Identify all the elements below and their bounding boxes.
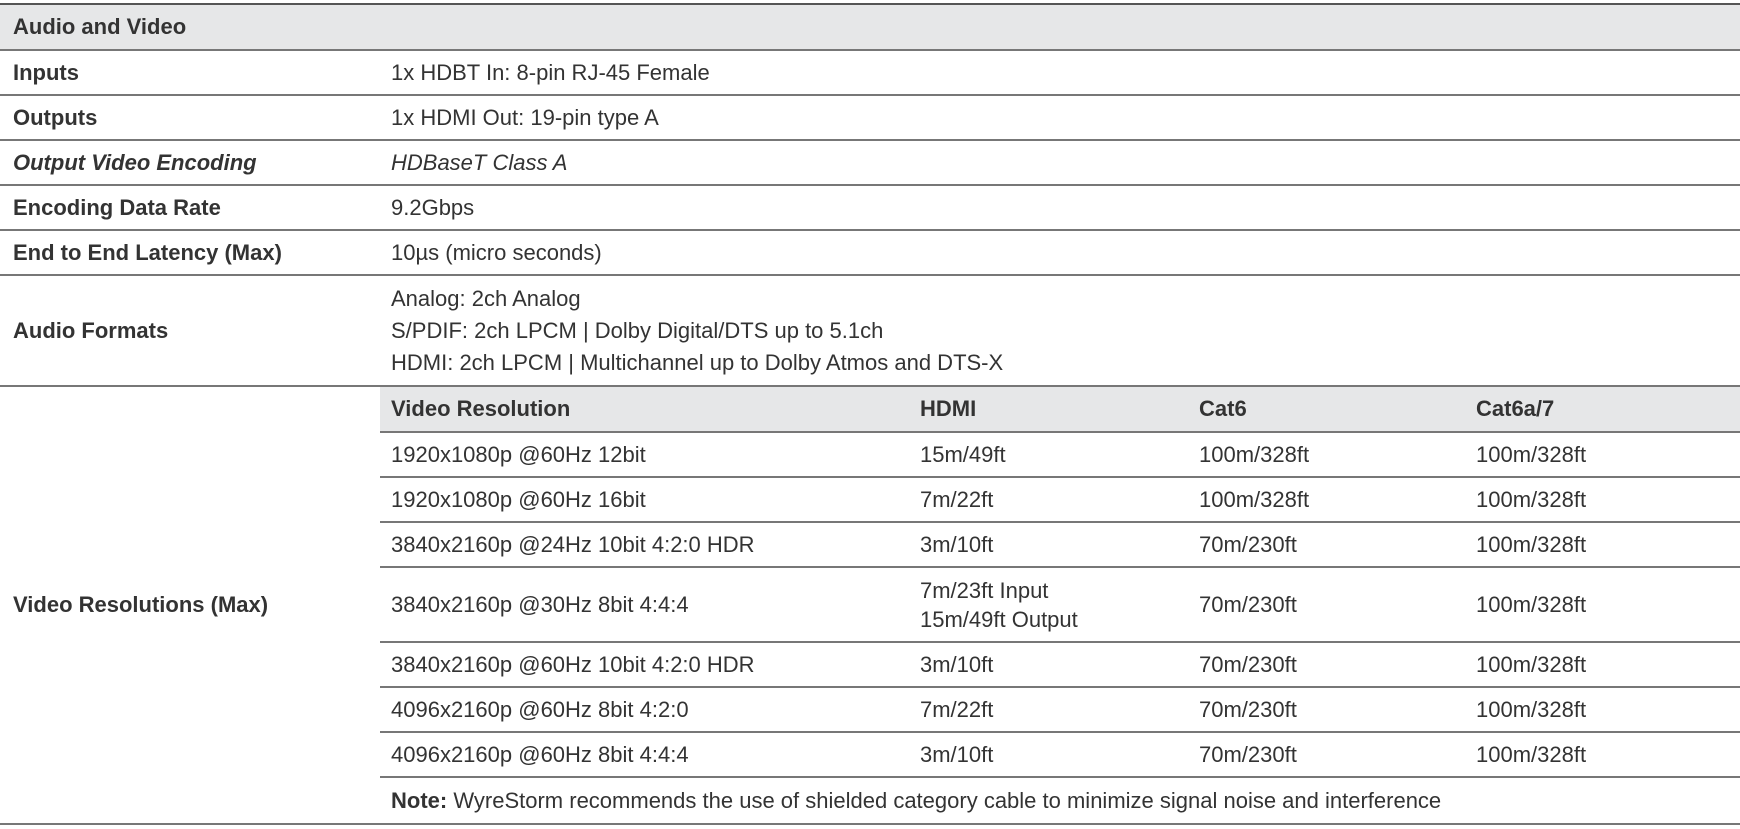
- note-label: Note:: [391, 787, 448, 813]
- table-row: 3840x2160p @30Hz 8bit 4:4:4 7m/23ft Input…: [380, 568, 1740, 643]
- audio-format-line: Analog: 2ch Analog: [391, 285, 581, 311]
- cell: 100m/328ft: [1199, 441, 1310, 467]
- spec-value: 9.2Gbps: [391, 194, 475, 220]
- spec-value: 1x HDMI Out: 19-pin type A: [391, 104, 659, 130]
- section-header: Audio and Video: [0, 5, 1740, 51]
- cell: 4096x2160p @60Hz 8bit 4:2:0: [391, 696, 689, 722]
- table-row: 1920x1080p @60Hz 16bit 7m/22ft 100m/328ft 1…: [380, 478, 1740, 523]
- specs-table: Audio and Video Inputs 1x HDBT In: 8-pin …: [0, 3, 1740, 825]
- table-row: 1920x1080p @60Hz 12bit 15m/49ft 100m/328ft…: [380, 433, 1740, 478]
- spec-row: Encoding Data Rate 9.2Gbps: [0, 186, 1740, 231]
- audio-formats-row: Audio Formats Analog: 2ch Analog S/PDIF:…: [0, 276, 1740, 387]
- audio-format-line: S/PDIF: 2ch LPCM | Dolby Digital/DTS up …: [391, 317, 884, 343]
- cell: 3840x2160p @30Hz 8bit 4:4:4: [391, 592, 689, 617]
- video-resolutions-row: Video Resolutions (Max) Video Resolution…: [0, 387, 1740, 825]
- cell: 70m/230ft: [1199, 531, 1297, 557]
- cell: 1920x1080p @60Hz 12bit: [391, 441, 646, 467]
- cell: 100m/328ft: [1476, 741, 1587, 767]
- cell: 100m/328ft: [1199, 486, 1310, 512]
- audio-format-line: HDMI: 2ch LPCM | Multichannel up to Dolb…: [391, 349, 1004, 375]
- cell: 3840x2160p @24Hz 10bit 4:2:0 HDR: [391, 531, 755, 557]
- cell: 100m/328ft: [1476, 651, 1587, 677]
- cell: 4096x2160p @60Hz 8bit 4:4:4: [391, 741, 689, 767]
- column-header: HDMI: [920, 396, 977, 421]
- column-header: Cat6: [1199, 396, 1247, 421]
- column-header: Video Resolution: [391, 396, 571, 421]
- spec-row: Output Video Encoding HDBaseT Class A: [0, 141, 1740, 186]
- cell: 7m/23ft Input: [920, 577, 1049, 603]
- spec-label: Audio Formats: [13, 317, 169, 343]
- cell: 15m/49ft: [920, 441, 1006, 467]
- spec-row: End to End Latency (Max) 10µs (micro seco…: [0, 231, 1740, 276]
- spec-label: Inputs: [13, 59, 79, 85]
- cell: 100m/328ft: [1476, 486, 1587, 512]
- column-header: Cat6a/7: [1476, 396, 1555, 421]
- cell: 70m/230ft: [1199, 696, 1297, 722]
- cell: 100m/328ft: [1476, 592, 1587, 617]
- video-resolution-table: Video Resolution HDMI Cat6 Cat6a/7 1920x…: [380, 387, 1740, 823]
- table-row: 4096x2160p @60Hz 8bit 4:4:4 3m/10ft 70m/23…: [380, 733, 1740, 778]
- note-text: WyreStorm recommends the use of shielded…: [447, 787, 1442, 813]
- cell: 7m/22ft: [920, 696, 994, 722]
- cell: 3m/10ft: [920, 651, 994, 677]
- table-row: 3840x2160p @60Hz 10bit 4:2:0 HDR 3m/10ft 7…: [380, 643, 1740, 688]
- spec-label: Video Resolutions (Max): [13, 592, 269, 617]
- cell: 70m/230ft: [1199, 741, 1297, 767]
- cell: 100m/328ft: [1476, 531, 1587, 557]
- cell: 15m/49ft Output: [920, 606, 1078, 632]
- table-row: 3840x2160p @24Hz 10bit 4:2:0 HDR 3m/10ft 7…: [380, 523, 1740, 568]
- table-row: 4096x2160p @60Hz 8bit 4:2:0 7m/22ft 70m/23…: [380, 688, 1740, 733]
- spec-value: HDBaseT Class A: [391, 149, 568, 175]
- cell: 100m/328ft: [1476, 696, 1587, 722]
- spec-row: Inputs 1x HDBT In: 8-pin RJ-45 Female: [0, 51, 1740, 96]
- note: Note: WyreStorm recommends the use of sh…: [380, 778, 1740, 823]
- cell: 3m/10ft: [920, 531, 994, 557]
- cell: 3m/10ft: [920, 741, 994, 767]
- cell: 1920x1080p @60Hz 16bit: [391, 486, 646, 512]
- cell: 3840x2160p @60Hz 10bit 4:2:0 HDR: [391, 651, 755, 677]
- video-table-header: Video Resolution HDMI Cat6 Cat6a/7: [380, 387, 1740, 433]
- spec-value: 1x HDBT In: 8-pin RJ-45 Female: [391, 59, 710, 85]
- spec-label: Encoding Data Rate: [13, 194, 221, 220]
- spec-label: Outputs: [13, 104, 98, 130]
- spec-row: Outputs 1x HDMI Out: 19-pin type A: [0, 96, 1740, 141]
- cell: 7m/22ft: [920, 486, 994, 512]
- cell: 70m/230ft: [1199, 651, 1297, 677]
- spec-label: Output Video Encoding: [13, 149, 257, 175]
- section-title: Audio and Video: [13, 14, 187, 39]
- spec-value: 10µs (micro seconds): [391, 239, 602, 265]
- spec-label: End to End Latency (Max): [13, 239, 282, 265]
- cell: 70m/230ft: [1199, 592, 1297, 617]
- cell: 100m/328ft: [1476, 441, 1587, 467]
